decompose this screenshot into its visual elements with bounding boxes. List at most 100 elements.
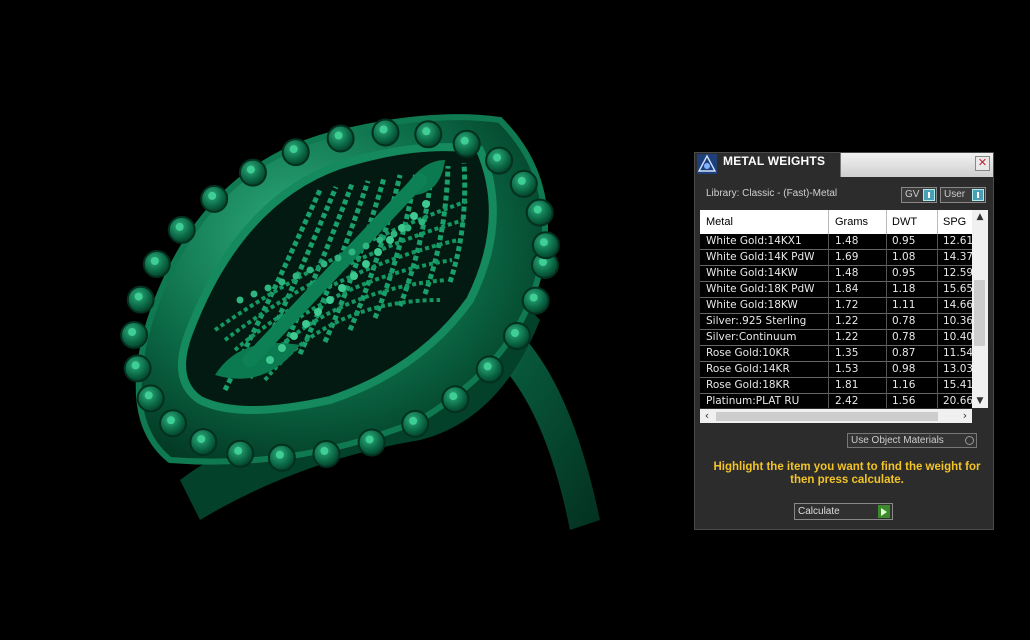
- cell-divider: [937, 330, 938, 346]
- cell-divider: [886, 314, 887, 330]
- user-toggle-label: User: [944, 189, 966, 200]
- cell-spg: 14.37: [943, 251, 972, 263]
- table-row[interactable]: White Gold:14K PdW 1.69 1.08 14.37: [700, 250, 972, 266]
- cell-dwt: 0.98: [892, 363, 916, 375]
- horizontal-scrollbar[interactable]: ‹ ›: [700, 409, 972, 423]
- toggle-switch-icon: [972, 189, 984, 201]
- use-object-materials-label: Use Object Materials: [851, 435, 944, 446]
- table-row[interactable]: Silver:.925 Sterling 1.22 0.78 10.36: [700, 314, 972, 330]
- column-header-grams[interactable]: Grams: [835, 216, 868, 228]
- play-icon: [878, 505, 890, 518]
- instruction-text: Highlight the item you want to find the …: [713, 461, 981, 486]
- gv-toggle[interactable]: GV: [901, 187, 937, 203]
- use-object-materials-option[interactable]: Use Object Materials: [847, 433, 977, 448]
- metal-weights-panel: METAL WEIGHTS ✕ Library: Classic - (Fast…: [694, 152, 994, 530]
- cell-grams: 1.48: [835, 267, 859, 279]
- cell-divider: [828, 330, 829, 346]
- ring-model: [120, 114, 600, 530]
- cell-divider: [937, 314, 938, 330]
- column-header-dwt[interactable]: DWT: [892, 216, 917, 228]
- cell-divider: [886, 378, 887, 394]
- cell-metal: Silver:.925 Sterling: [706, 315, 807, 327]
- cell-divider: [828, 298, 829, 314]
- cell-divider: [886, 298, 887, 314]
- cell-dwt: 1.08: [892, 251, 916, 263]
- table-row[interactable]: White Gold:14KX1 1.48 0.95 12.61: [700, 234, 972, 250]
- cell-divider: [937, 378, 938, 394]
- cell-grams: 1.48: [835, 235, 859, 247]
- cell-divider: [886, 362, 887, 378]
- cell-divider: [886, 266, 887, 282]
- cell-grams: 2.42: [835, 395, 859, 407]
- cell-dwt: 0.95: [892, 235, 916, 247]
- cell-metal: Rose Gold:18KR: [706, 379, 790, 391]
- cell-spg: 13.03: [943, 363, 972, 375]
- app-logo-icon: [697, 154, 717, 174]
- column-divider[interactable]: [886, 210, 887, 234]
- cell-divider: [828, 378, 829, 394]
- cell-divider: [937, 362, 938, 378]
- table-row[interactable]: Silver:Continuum 1.22 0.78 10.40: [700, 330, 972, 346]
- cell-dwt: 1.16: [892, 379, 916, 391]
- cell-dwt: 1.11: [892, 299, 916, 311]
- cell-dwt: 0.78: [892, 331, 916, 343]
- scroll-down-icon[interactable]: ▼: [972, 394, 988, 408]
- calculate-label: Calculate: [798, 506, 840, 517]
- calculate-button[interactable]: Calculate: [794, 503, 893, 520]
- cell-grams: 1.81: [835, 379, 859, 391]
- cell-spg: 10.40: [943, 331, 972, 343]
- table-row[interactable]: White Gold:18K PdW 1.84 1.18 15.65: [700, 282, 972, 298]
- cell-spg: 11.54: [943, 347, 972, 359]
- cell-spg: 12.61: [943, 235, 972, 247]
- table-row[interactable]: Rose Gold:10KR 1.35 0.87 11.54: [700, 346, 972, 362]
- cell-grams: 1.69: [835, 251, 859, 263]
- library-label: Library: Classic - (Fast)-Metal: [706, 188, 838, 199]
- table-row[interactable]: White Gold:18KW 1.72 1.11 14.66: [700, 298, 972, 314]
- cell-metal: White Gold:14KX1: [706, 235, 802, 247]
- gv-toggle-label: GV: [905, 189, 920, 200]
- cell-divider: [828, 314, 829, 330]
- scroll-up-icon[interactable]: ▲: [972, 210, 988, 224]
- user-toggle[interactable]: User: [940, 187, 986, 203]
- cell-divider: [886, 282, 887, 298]
- metals-table: Metal Grams DWT SPG White Gold:14KX1 1.48…: [700, 210, 972, 408]
- cell-divider: [828, 362, 829, 378]
- cell-spg: 15.41: [943, 379, 972, 391]
- close-button[interactable]: ✕: [975, 156, 990, 171]
- cell-divider: [828, 346, 829, 362]
- cell-dwt: 1.18: [892, 283, 916, 295]
- column-header-metal[interactable]: Metal: [706, 216, 733, 228]
- table-row[interactable]: Rose Gold:14KR 1.53 0.98 13.03: [700, 362, 972, 378]
- table-row[interactable]: Rose Gold:18KR 1.81 1.16 15.41: [700, 378, 972, 394]
- column-header-spg[interactable]: SPG: [943, 216, 966, 228]
- cell-divider: [937, 234, 938, 250]
- horizontal-scroll-thumb[interactable]: [716, 412, 938, 421]
- cell-divider: [828, 266, 829, 282]
- table-row[interactable]: White Gold:14KW 1.48 0.95 12.59: [700, 266, 972, 282]
- cell-dwt: 0.87: [892, 347, 916, 359]
- table-header: Metal Grams DWT SPG: [700, 210, 972, 235]
- cell-divider: [886, 330, 887, 346]
- cell-divider: [937, 250, 938, 266]
- column-divider[interactable]: [828, 210, 829, 234]
- vertical-scrollbar[interactable]: ▲ ▼: [972, 210, 988, 408]
- cell-divider: [886, 394, 887, 408]
- 3d-viewport[interactable]: [0, 0, 680, 636]
- cell-divider: [937, 394, 938, 408]
- radio-icon: [965, 436, 974, 445]
- cell-spg: 12.59: [943, 267, 972, 279]
- cell-spg: 10.36: [943, 315, 972, 327]
- cell-divider: [937, 346, 938, 362]
- cell-metal: Rose Gold:14KR: [706, 363, 790, 375]
- cell-spg: 20.66: [943, 395, 972, 407]
- scroll-left-icon[interactable]: ‹: [700, 409, 714, 423]
- panel-title: METAL WEIGHTS: [723, 154, 826, 168]
- column-divider[interactable]: [937, 210, 938, 234]
- panel-titlebar[interactable]: METAL WEIGHTS ✕: [695, 153, 993, 177]
- cell-divider: [886, 250, 887, 266]
- cell-dwt: 0.78: [892, 315, 916, 327]
- scroll-right-icon[interactable]: ›: [958, 409, 972, 423]
- vertical-scroll-thumb[interactable]: [974, 280, 985, 346]
- table-row[interactable]: Platinum:PLAT RU 2.42 1.56 20.66: [700, 394, 972, 408]
- cell-grams: 1.84: [835, 283, 859, 295]
